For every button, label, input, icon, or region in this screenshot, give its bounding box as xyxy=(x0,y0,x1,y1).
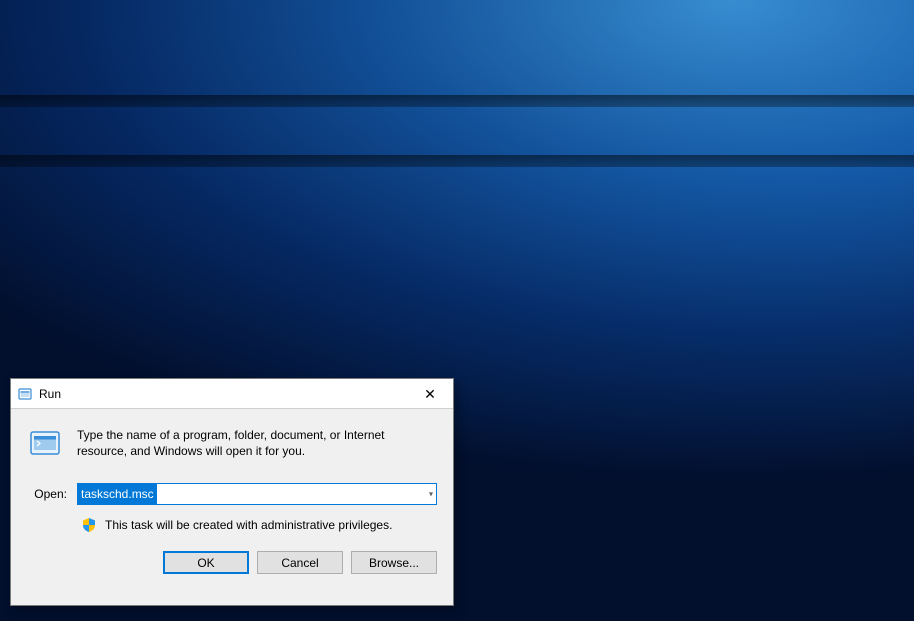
admin-notice-row: This task will be created with administr… xyxy=(81,517,437,533)
dialog-body: Type the name of a program, folder, docu… xyxy=(11,409,453,533)
browse-button[interactable]: Browse... xyxy=(351,551,437,574)
run-dialog-window: Run ✕ Type the name of a program, folder… xyxy=(10,378,454,606)
run-large-icon xyxy=(27,425,63,461)
ok-button[interactable]: OK xyxy=(163,551,249,574)
close-icon: ✕ xyxy=(424,387,436,401)
open-label: Open: xyxy=(27,487,67,501)
open-input[interactable] xyxy=(77,483,437,505)
uac-shield-icon xyxy=(81,517,97,533)
desktop-background: Run ✕ Type the name of a program, folder… xyxy=(0,0,914,621)
titlebar[interactable]: Run ✕ xyxy=(11,379,453,409)
run-small-icon xyxy=(17,386,33,402)
close-button[interactable]: ✕ xyxy=(407,379,453,409)
open-row: Open: taskschd.msc ▾ xyxy=(27,483,437,505)
dialog-title: Run xyxy=(39,387,407,401)
description-row: Type the name of a program, folder, docu… xyxy=(27,425,437,461)
open-combobox[interactable]: taskschd.msc ▾ xyxy=(77,483,437,505)
admin-privilege-text: This task will be created with administr… xyxy=(105,518,392,532)
dialog-button-row: OK Cancel Browse... xyxy=(11,551,453,588)
dialog-description: Type the name of a program, folder, docu… xyxy=(77,425,437,459)
cancel-button[interactable]: Cancel xyxy=(257,551,343,574)
